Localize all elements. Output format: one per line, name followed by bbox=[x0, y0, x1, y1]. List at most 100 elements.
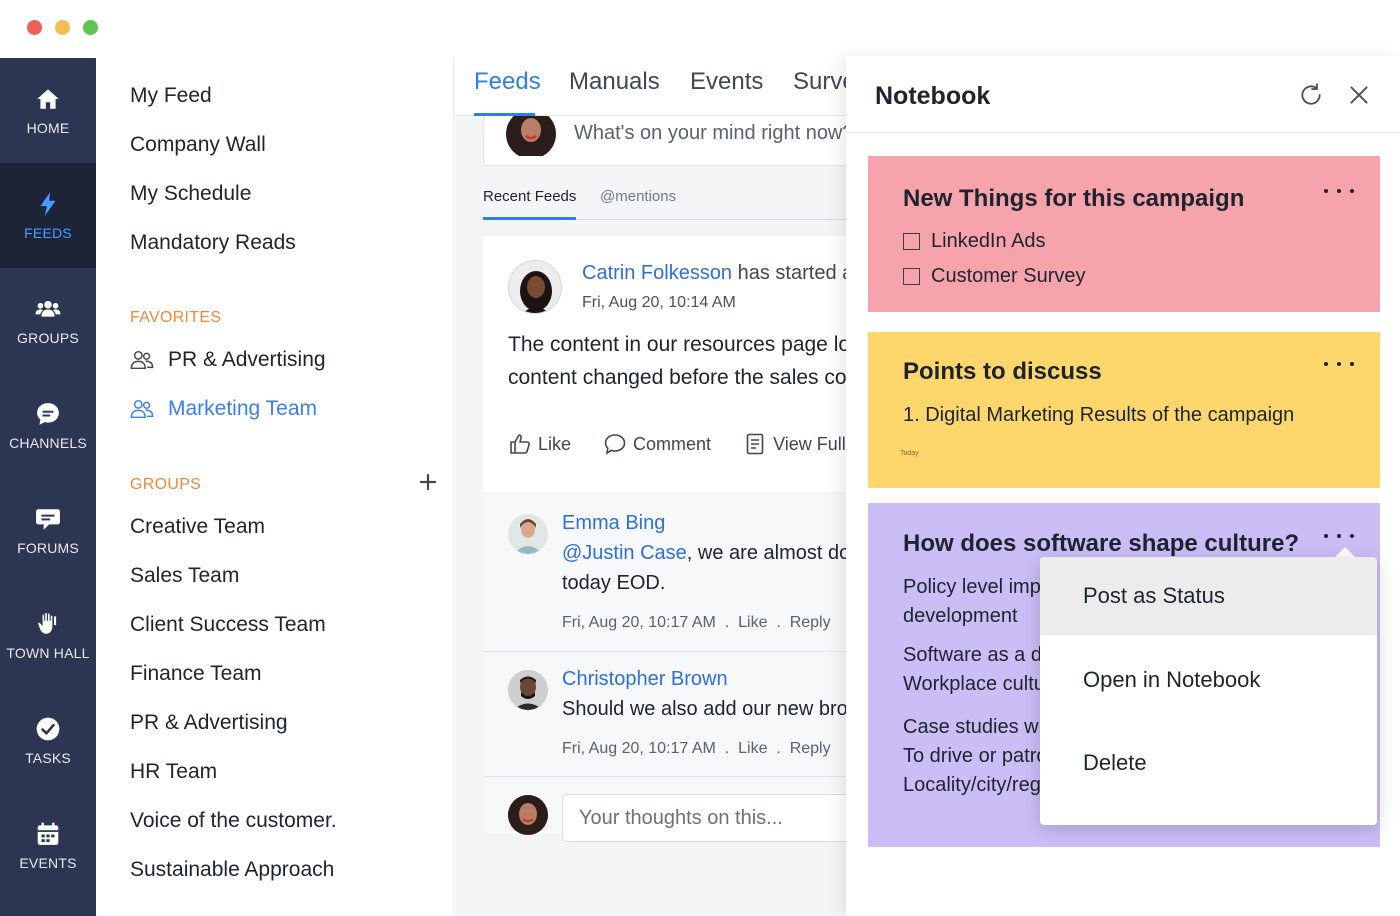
note-card[interactable]: Points to discuss 1. Digital Marketing R… bbox=[868, 332, 1380, 488]
mention-link[interactable]: @Justin Case bbox=[562, 542, 687, 564]
group-outline-icon bbox=[130, 350, 154, 370]
like-button[interactable]: Like bbox=[508, 432, 571, 456]
avatar bbox=[508, 514, 548, 554]
note-title: Points to discuss bbox=[903, 358, 1102, 385]
post-timestamp: Fri, Aug 20, 10:14 AM bbox=[582, 294, 736, 311]
rail-label: CHANNELS bbox=[9, 434, 87, 451]
favorite-item-label: Marketing Team bbox=[168, 397, 318, 420]
favorite-item-pr-advertising[interactable]: PR & Advertising bbox=[130, 348, 326, 372]
note-text: Software as a dr bbox=[903, 644, 1049, 666]
comment-author[interactable]: Emma Bing bbox=[562, 512, 665, 535]
nav-link-my-feed[interactable]: My Feed bbox=[130, 84, 212, 108]
group-item-sales-team[interactable]: Sales Team bbox=[130, 564, 239, 588]
comment-like-link[interactable]: Like bbox=[738, 614, 767, 631]
status-composer[interactable]: What's on your mind right now? bbox=[483, 116, 846, 166]
rail-label: FORUMS bbox=[17, 539, 79, 556]
note-date: Today bbox=[900, 450, 919, 457]
group-item-creative-team[interactable]: Creative Team bbox=[130, 515, 265, 539]
favorites-heading: FAVORITES bbox=[130, 309, 222, 326]
nav-link-mandatory-reads[interactable]: Mandatory Reads bbox=[130, 231, 296, 255]
nav-link-company-wall[interactable]: Company Wall bbox=[130, 133, 266, 157]
favorite-item-label: PR & Advertising bbox=[168, 348, 326, 371]
rail-item-channels[interactable]: CHANNELS bbox=[0, 373, 96, 478]
group-outline-icon bbox=[130, 399, 154, 419]
feed-subtabs: Recent Feeds @mentions bbox=[483, 186, 846, 220]
tab-manuals[interactable]: Manuals bbox=[569, 68, 660, 96]
post-card: Catrin Folkesson has started a Fri, Aug … bbox=[483, 236, 846, 492]
bolt-icon bbox=[40, 191, 56, 216]
comment-like-link[interactable]: Like bbox=[738, 740, 767, 757]
menu-item-delete[interactable]: Delete bbox=[1040, 724, 1377, 802]
post-body-line: content changed before the sales co bbox=[508, 366, 846, 389]
window-minimize-button[interactable] bbox=[55, 20, 70, 35]
comment-label: Comment bbox=[633, 433, 712, 454]
comment-reply-link[interactable]: Reply bbox=[790, 740, 831, 757]
subtab-recent-feeds[interactable]: Recent Feeds bbox=[483, 188, 576, 205]
note-more-options-icon[interactable] bbox=[1322, 185, 1356, 197]
rail-label: GROUPS bbox=[17, 329, 79, 346]
note-card[interactable]: New Things for this campaign LinkedIn Ad… bbox=[868, 156, 1380, 312]
note-more-options-icon[interactable] bbox=[1322, 530, 1356, 542]
tab-events[interactable]: Events bbox=[690, 68, 763, 96]
forum-icon bbox=[36, 508, 60, 530]
rail-item-feeds[interactable]: FEEDS bbox=[0, 163, 96, 268]
like-label: Like bbox=[538, 433, 572, 454]
post-body-line: The content in our resources page lo bbox=[508, 333, 846, 356]
rail-label: TASKS bbox=[25, 749, 71, 766]
checkbox[interactable] bbox=[903, 233, 920, 250]
rail-item-home[interactable]: HOME bbox=[0, 58, 96, 163]
menu-item-open-in-notebook[interactable]: Open in Notebook bbox=[1040, 641, 1377, 719]
post-body: The content in our resources page lo con… bbox=[508, 328, 846, 394]
document-icon bbox=[746, 433, 764, 455]
window-titlebar bbox=[0, 0, 1400, 58]
favorite-item-marketing-team[interactable]: Marketing Team bbox=[130, 397, 317, 421]
nav-link-my-schedule[interactable]: My Schedule bbox=[130, 182, 251, 206]
avatar bbox=[508, 260, 562, 314]
comment-meta: Fri, Aug 20, 10:17 AM . Like . Reply bbox=[562, 614, 831, 631]
checkbox[interactable] bbox=[903, 268, 920, 285]
comment-author[interactable]: Christopher Brown bbox=[562, 668, 728, 691]
window-maximize-button[interactable] bbox=[83, 20, 98, 35]
close-icon[interactable] bbox=[1346, 82, 1372, 108]
feed-tabs-bar: Feeds Manuals Events Surve bbox=[455, 58, 846, 116]
note-text: Case studies wh bbox=[903, 716, 1050, 738]
checklist-label: LinkedIn Ads bbox=[931, 230, 1046, 252]
group-item-pr-advertising[interactable]: PR & Advertising bbox=[130, 711, 288, 735]
thumbs-up-icon bbox=[510, 434, 530, 454]
checklist-label: Customer Survey bbox=[931, 265, 1086, 287]
note-context-menu: Post as Status Open in Notebook Delete bbox=[1040, 557, 1377, 825]
note-more-options-icon[interactable] bbox=[1322, 358, 1356, 370]
home-icon bbox=[37, 88, 59, 109]
group-item-sustainable-approach[interactable]: Sustainable Approach bbox=[130, 858, 334, 882]
subtab-mentions[interactable]: @mentions bbox=[600, 188, 676, 205]
add-group-plus-icon[interactable] bbox=[416, 470, 440, 494]
comment-reply-link[interactable]: Reply bbox=[790, 614, 831, 631]
notebook-header: Notebook bbox=[846, 56, 1400, 133]
feed-column: Feeds Manuals Events Surve What's on you… bbox=[455, 58, 846, 916]
menu-item-post-as-status[interactable]: Post as Status bbox=[1040, 557, 1377, 635]
active-subtab-indicator bbox=[483, 217, 576, 220]
window-close-button[interactable] bbox=[27, 20, 42, 35]
tab-feeds[interactable]: Feeds bbox=[474, 68, 541, 96]
group-item-voice-of-customer[interactable]: Voice of the customer. bbox=[130, 809, 337, 833]
group-item-client-success-team[interactable]: Client Success Team bbox=[130, 613, 326, 637]
post-author-name[interactable]: Catrin Folkesson bbox=[582, 262, 732, 284]
note-text: development bbox=[903, 605, 1018, 627]
group-item-hr-team[interactable]: HR Team bbox=[130, 760, 217, 784]
app-rail: HOME FEEDS GROUPS CHANNELS FORUMS TOWN H… bbox=[0, 58, 96, 916]
rail-item-groups[interactable]: GROUPS bbox=[0, 268, 96, 373]
rail-item-tasks[interactable]: TASKS bbox=[0, 688, 96, 793]
calendar-icon bbox=[37, 822, 59, 845]
rail-item-town-hall[interactable]: TOWN HALL bbox=[0, 583, 96, 688]
reply-input[interactable]: Your thoughts on this... bbox=[562, 794, 846, 842]
group-item-finance-team[interactable]: Finance Team bbox=[130, 662, 262, 686]
note-text: Workplace cultu bbox=[903, 673, 1045, 695]
comment-body: Should we also add our new bro bbox=[562, 694, 846, 724]
view-full-post-button[interactable]: View Full P bbox=[743, 432, 846, 456]
rail-item-events[interactable]: EVENTS bbox=[0, 793, 96, 898]
refresh-icon[interactable] bbox=[1298, 82, 1324, 108]
rail-item-forums[interactable]: FORUMS bbox=[0, 478, 96, 583]
comment-button[interactable]: Comment bbox=[603, 432, 711, 456]
tab-surveys[interactable]: Surve bbox=[793, 68, 846, 96]
note-text: To drive or patro bbox=[903, 745, 1048, 767]
